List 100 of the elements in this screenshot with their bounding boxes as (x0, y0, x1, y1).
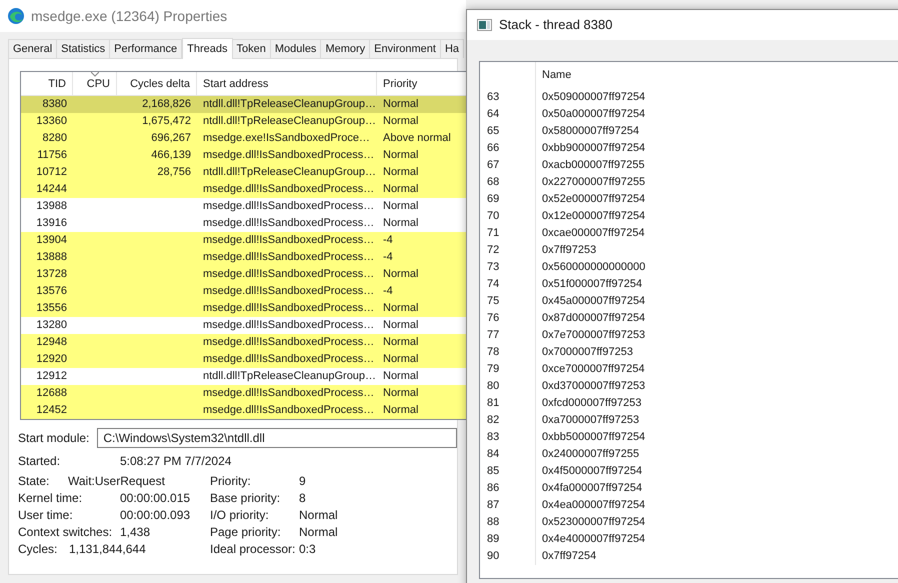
cycles-cell: 696,267 (151, 132, 191, 144)
priority-cell-text: Normal (382, 403, 420, 418)
tid-cell-text: 12912 (35, 369, 68, 384)
start-address-cell-text: msedge.exe!IsSandboxedProce… (202, 131, 371, 146)
tab[interactable]: Ha (440, 39, 464, 58)
priority-cell-text: Normal (382, 335, 420, 350)
frame-name[interactable]: 0x7000007ff97253 (536, 344, 633, 361)
tab[interactable]: Memory (321, 39, 370, 58)
column-header[interactable]: Name (536, 67, 572, 84)
tab[interactable]: Threads (182, 38, 232, 59)
tab[interactable]: Token (232, 39, 271, 58)
thread-row[interactable]: 12452 msedge.dll!IsSandboxedProcess… Normal (21, 402, 466, 419)
frame-index: 64 (487, 108, 500, 120)
tab[interactable]: Statistics (57, 39, 110, 58)
frame-name[interactable]: 0xd37000007ff97253 (536, 378, 646, 395)
frame-name[interactable]: 0xa7000007ff97253 (536, 412, 640, 429)
priority-cell-text: Normal (382, 148, 420, 163)
frame-name[interactable]: 0x4fa000007ff97254 (536, 480, 642, 497)
field-value: Normal (299, 524, 338, 540)
frame-name[interactable]: 0x7ff97253 (536, 242, 596, 259)
thread-row[interactable]: 13728 msedge.dll!IsSandboxedProcess… Normal (21, 266, 466, 283)
thread-row[interactable]: 13360 1,675,472 ntdll.dll!TpReleaseCleanupGroup… Normal (21, 113, 466, 130)
frame-name[interactable]: 0xcae000007ff97254 (536, 225, 645, 242)
tid-cell-text: 13576 (35, 284, 68, 299)
field-value: 5:08:27 PM 7/7/2024 (120, 453, 232, 470)
priority-cell-text: Normal (382, 352, 420, 367)
priority-cell-text: -4 (382, 233, 394, 248)
priority-cell-text: Normal (382, 182, 420, 197)
frame-name[interactable]: 0x4e4000007ff97254 (536, 531, 646, 548)
tid-cell-text: 13888 (35, 250, 68, 265)
start-module-field[interactable]: C:\Windows\System32\ntdll.dll (97, 428, 457, 448)
frame-index: 67 (487, 159, 500, 171)
thread-row[interactable]: 13904 msedge.dll!IsSandboxedProcess… -4 (21, 232, 466, 249)
frame-name[interactable]: 0x523000007ff97254 (536, 514, 646, 531)
field-label: User time: (18, 506, 74, 524)
frame-name[interactable]: 0x4ea000007ff97254 (536, 497, 646, 514)
frame-name[interactable]: 0x45a000007ff97254 (536, 293, 646, 310)
frame-index: 73 (487, 261, 500, 273)
start-address-cell-text: msedge.dll!IsSandboxedProcess… (202, 182, 376, 197)
frame-name[interactable]: 0x52e000007ff97254 (536, 191, 646, 208)
field-label: Context switches: (18, 524, 114, 540)
thread-row[interactable]: 13556 msedge.dll!IsSandboxedProcess… Normal (21, 300, 466, 317)
start-address-cell-text: ntdll.dll!TpReleaseCleanupGroup… (202, 165, 377, 180)
frame-index: 74 (487, 278, 500, 290)
frame-name[interactable]: 0xfcd000007ff97253 (536, 395, 642, 412)
frame-name[interactable]: 0x50a000007ff97254 (536, 106, 646, 123)
tid-cell-text: 12688 (35, 386, 68, 401)
tab[interactable]: Environment (370, 39, 441, 58)
frame-name[interactable]: 0xbb5000007ff97254 (536, 429, 646, 446)
field-value: 0:3 (299, 540, 316, 558)
thread-row[interactable]: 14244 msedge.dll!IsSandboxedProcess… Normal (21, 181, 466, 198)
tab[interactable]: Modules (270, 39, 322, 58)
frame-name[interactable]: 0x560000000000000 (536, 259, 646, 276)
priority-cell-text: Above normal (382, 131, 452, 146)
thread-row[interactable]: 12948 msedge.dll!IsSandboxedProcess… Normal (21, 334, 466, 351)
frame-name[interactable]: 0x7e7000007ff97253 (536, 327, 646, 344)
frame-name[interactable]: 0xce7000007ff97254 (536, 361, 645, 378)
frame-name[interactable]: 0x227000007ff97255 (536, 174, 646, 191)
frame-index: 68 (487, 176, 500, 188)
start-address-cell-text: msedge.dll!IsSandboxedProcess… (202, 250, 376, 265)
tid-cell-text: 13360 (35, 114, 68, 129)
priority-cell-text: Normal (382, 114, 420, 129)
frame-name[interactable]: 0x24000007ff97255 (536, 446, 640, 463)
start-address-cell-text: ntdll.dll!TpReleaseCleanupGroup… (202, 114, 377, 129)
thread-row[interactable]: 11756 466,139 msedge.dll!IsSandboxedProcess… Normal (21, 147, 466, 164)
start-address-cell-text: msedge.dll!IsSandboxedProcess… (202, 267, 376, 282)
frame-name[interactable]: 0x51f000007ff97254 (536, 276, 642, 293)
cycles-cell: 1,675,472 (142, 115, 191, 127)
thread-row[interactable]: 12920 msedge.dll!IsSandboxedProcess… Normal (21, 351, 466, 368)
frame-name[interactable]: 0x7ff97254 (536, 548, 596, 565)
tid-cell-text: 11756 (36, 148, 68, 163)
tab[interactable]: General (8, 39, 58, 58)
start-address-cell-text: ntdll.dll!TpReleaseCleanupGroup… (202, 369, 377, 384)
tab[interactable]: Performance (110, 39, 182, 58)
frame-index: 65 (487, 125, 500, 137)
tid-cell-text: 13728 (35, 267, 68, 282)
browser-logo-icon (7, 7, 25, 25)
field-value: 1,438 (120, 524, 150, 540)
thread-row[interactable]: 8380 2,168,826 ntdll.dll!TpReleaseCleanupGroup… Normal (21, 96, 466, 113)
thread-row[interactable]: 8280 696,267 msedge.exe!IsSandboxedProce… Above normal (21, 130, 466, 147)
frame-name[interactable]: 0x87d000007ff97254 (536, 310, 646, 327)
frame-name[interactable]: 0x4f5000007ff97254 (536, 463, 642, 480)
field-value: Normal (299, 506, 338, 524)
start-address-cell-text: msedge.dll!IsSandboxedProcess… (202, 148, 376, 163)
thread-row[interactable]: 10712 28,756 ntdll.dll!TpReleaseCleanupGroup… Normal (21, 164, 466, 181)
start-address-cell-text: msedge.dll!IsSandboxedProcess… (202, 386, 376, 401)
thread-row[interactable]: 13576 msedge.dll!IsSandboxedProcess… -4 (21, 283, 466, 300)
field-label: Page priority: (210, 524, 282, 540)
thread-row[interactable]: 12688 msedge.dll!IsSandboxedProcess… Normal (21, 385, 466, 402)
frame-name[interactable]: 0xbb9000007ff97254 (536, 140, 646, 157)
priority-cell-text: -4 (382, 284, 394, 299)
thread-row[interactable]: 13888 msedge.dll!IsSandboxedProcess… -4 (21, 249, 466, 266)
priority-cell-text: Normal (382, 386, 420, 401)
start-address-cell-text: msedge.dll!IsSandboxedProcess… (202, 216, 376, 231)
frame-name[interactable]: 0xacb000007ff97255 (536, 157, 645, 174)
frame-index: 85 (487, 465, 500, 477)
frame-name[interactable]: 0x12e000007ff97254 (536, 208, 646, 225)
frame-name[interactable]: 0x58000007ff97254 (536, 123, 640, 140)
field-label: Kernel time: (18, 490, 84, 506)
frame-name[interactable]: 0x509000007ff97254 (536, 89, 646, 106)
